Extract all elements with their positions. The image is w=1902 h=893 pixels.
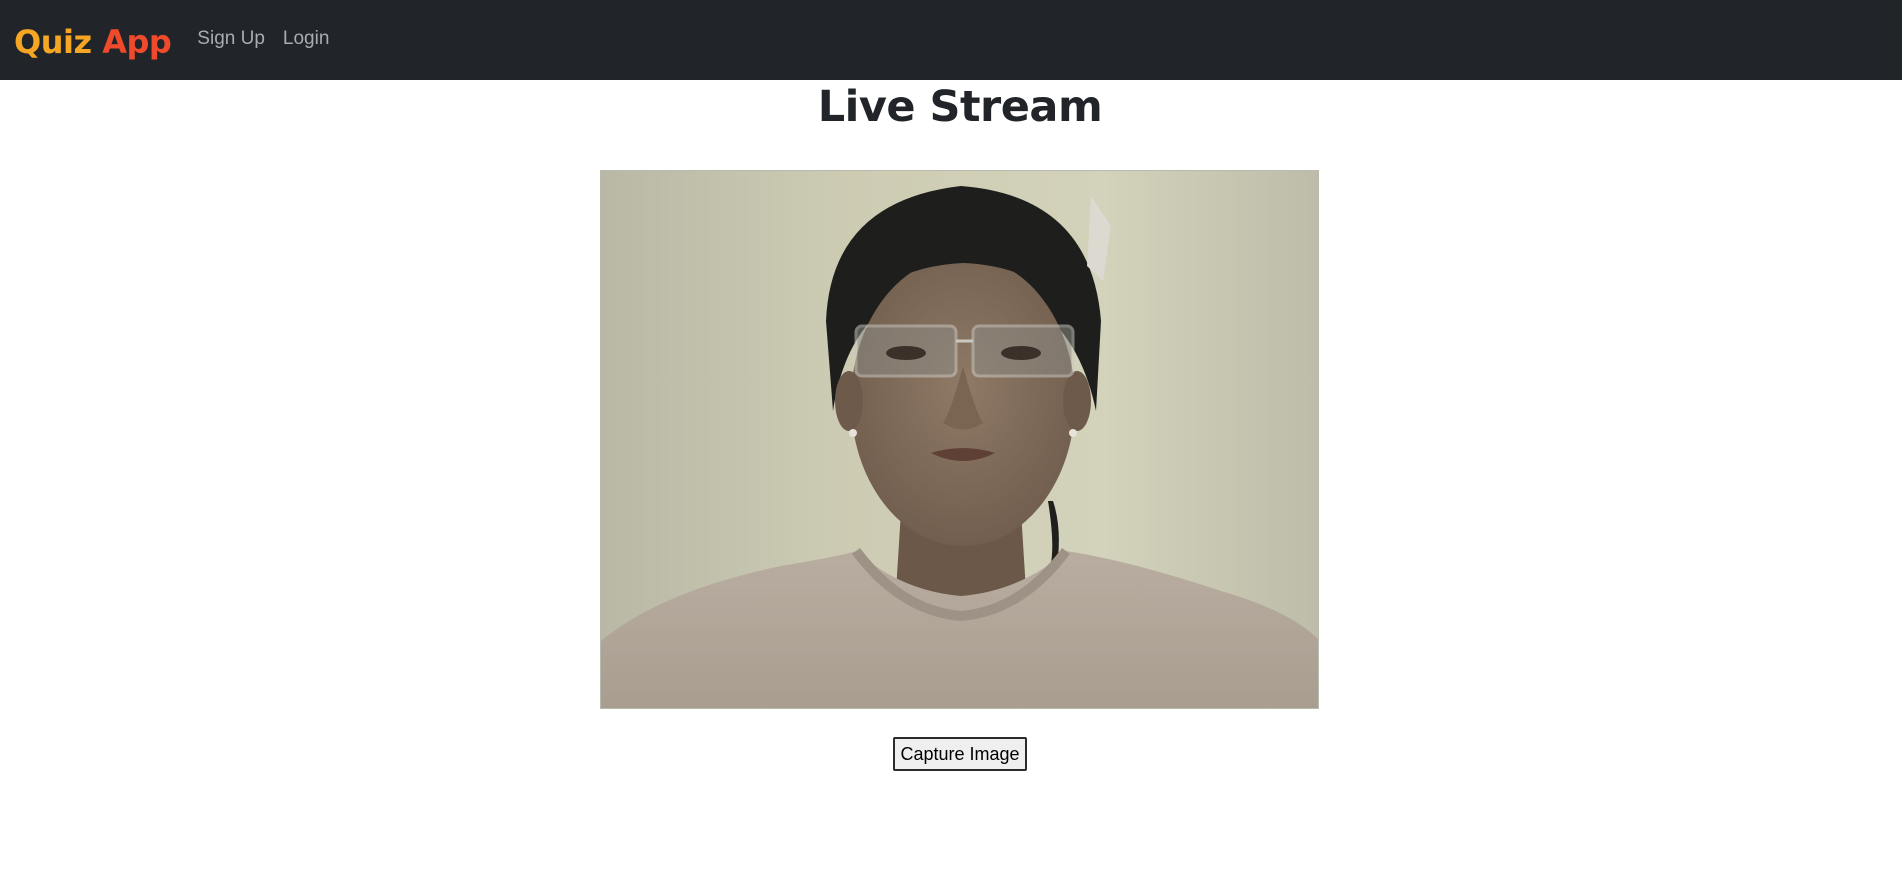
nav-link-login[interactable]: Login [283, 28, 330, 50]
webcam-feed-image [601, 171, 1318, 708]
brand-logo[interactable]: Quiz App [14, 23, 172, 61]
live-video-feed [600, 170, 1319, 709]
navbar: Quiz App Sign Up Login [0, 0, 1902, 80]
brand-quiz: Quiz [14, 23, 92, 61]
nav-link-sign-up[interactable]: Sign Up [197, 28, 265, 50]
capture-image-button[interactable]: Capture Image [893, 737, 1027, 771]
page-title: Live Stream [817, 82, 1103, 132]
brand-app: App [102, 23, 172, 61]
